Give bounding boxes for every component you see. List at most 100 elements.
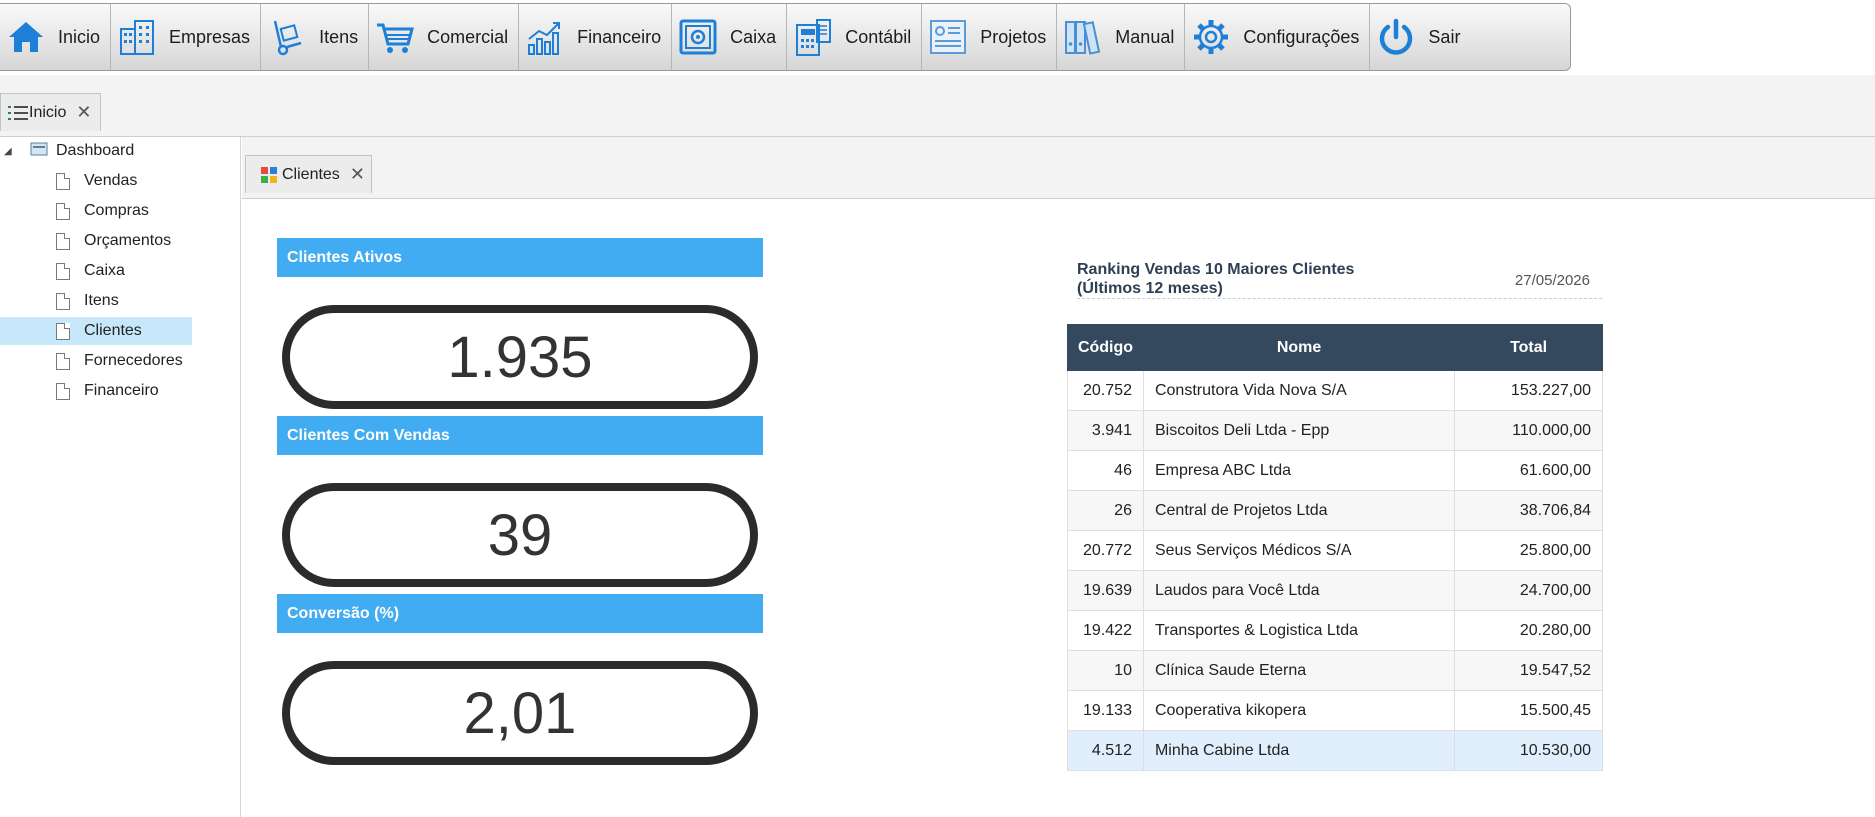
menu-itens[interactable]: Itens xyxy=(261,4,370,70)
dashboard-icon xyxy=(30,142,48,161)
tree-item-label: Vendas xyxy=(84,172,138,189)
shopping-cart-icon xyxy=(375,17,415,57)
main-menu-bar: Inicio Empresas Itens Comercial Financei… xyxy=(0,3,1571,71)
table-row[interactable]: 10 Clínica Saude Eterna 19.547,52 xyxy=(1067,650,1603,691)
navigation-tree: ◢ Dashboard Vendas Compras Orçamentos Ca… xyxy=(0,137,241,817)
cell-total: 19.547,52 xyxy=(1454,650,1603,691)
cell-total: 10.530,00 xyxy=(1454,730,1603,771)
content-tab-strip: Clientes ✕ xyxy=(242,137,1875,199)
collapse-arrow-icon[interactable]: ◢ xyxy=(4,146,16,157)
menu-caixa[interactable]: Caixa xyxy=(672,4,788,70)
tree-item-label: Compras xyxy=(84,202,149,219)
ranking-header: Ranking Vendas 10 Maiores Clientes (Últi… xyxy=(1077,260,1602,299)
cell-codigo: 46 xyxy=(1067,450,1144,491)
close-icon[interactable]: ✕ xyxy=(76,102,91,123)
kpi-header-clientes-com-vendas: Clientes Com Vendas xyxy=(277,416,763,455)
calculator-icon xyxy=(793,17,833,57)
menu-manual[interactable]: Manual xyxy=(1057,4,1186,70)
tree-item-fornecedores[interactable]: Fornecedores xyxy=(56,347,183,375)
close-icon[interactable]: ✕ xyxy=(350,164,365,185)
table-row[interactable]: 3.941 Biscoitos Deli Ltda - Epp 110.000,00 xyxy=(1067,410,1603,451)
cell-codigo: 19.133 xyxy=(1067,690,1144,731)
cell-codigo: 19.422 xyxy=(1067,610,1144,651)
list-icon xyxy=(7,105,29,121)
hand-truck-icon xyxy=(267,17,307,57)
menu-label: Projetos xyxy=(980,26,1047,47)
kpi-header-clientes-ativos: Clientes Ativos xyxy=(277,238,763,277)
table-header-row: Código Nome Total xyxy=(1067,324,1603,371)
column-header-total[interactable]: Total xyxy=(1454,324,1603,371)
tree-item-orcamentos[interactable]: Orçamentos xyxy=(56,227,171,255)
menu-label: Contábil xyxy=(845,26,912,47)
tree-item-label: Caixa xyxy=(84,262,125,279)
tree-item-label: Itens xyxy=(84,292,119,309)
table-row[interactable]: 20.772 Seus Serviços Médicos S/A 25.800,00 xyxy=(1067,530,1603,571)
cell-total: 61.600,00 xyxy=(1454,450,1603,491)
document-icon xyxy=(56,172,70,190)
menu-configuracoes[interactable]: Configurações xyxy=(1185,4,1371,70)
tree-item-caixa[interactable]: Caixa xyxy=(56,257,125,285)
menu-inicio[interactable]: Inicio xyxy=(0,4,112,70)
table-row[interactable]: 4.512 Minha Cabine Ltda 10.530,00 xyxy=(1067,730,1603,771)
tree-item-itens[interactable]: Itens xyxy=(56,287,119,315)
menu-contabil[interactable]: Contábil xyxy=(787,4,923,70)
cell-total: 15.500,45 xyxy=(1454,690,1603,731)
tree-item-financeiro[interactable]: Financeiro xyxy=(56,377,159,405)
tree-item-compras[interactable]: Compras xyxy=(56,197,149,225)
menu-label: Inicio xyxy=(58,26,101,47)
cell-codigo: 10 xyxy=(1067,650,1144,691)
menu-label: Manual xyxy=(1115,26,1175,47)
menu-label: Itens xyxy=(319,26,359,47)
main-tab-strip: Inicio ✕ xyxy=(0,75,1875,137)
cell-nome: Minha Cabine Ltda xyxy=(1142,730,1456,771)
tree-item-label: Orçamentos xyxy=(84,232,172,249)
cell-total: 25.800,00 xyxy=(1454,530,1603,571)
tree-node-dashboard[interactable]: ◢ Dashboard xyxy=(0,137,240,165)
kpi-header-conversao: Conversão (%) xyxy=(277,594,763,633)
tab-label: Inicio xyxy=(29,103,67,121)
cell-nome: Empresa ABC Ltda xyxy=(1142,450,1456,491)
menu-label: Sair xyxy=(1428,26,1461,47)
tree-item-label: Financeiro xyxy=(84,382,159,399)
gear-icon xyxy=(1191,17,1231,57)
cell-codigo: 26 xyxy=(1067,490,1144,531)
cell-nome: Cooperativa kikopera xyxy=(1142,690,1456,731)
menu-projetos[interactable]: Projetos xyxy=(922,4,1058,70)
cell-nome: Central de Projetos Ltda xyxy=(1142,490,1456,531)
ranking-table: Código Nome Total 20.752 Construtora Vida… xyxy=(1067,324,1603,771)
cell-codigo: 4.512 xyxy=(1067,730,1144,771)
table-row[interactable]: 46 Empresa ABC Ltda 61.600,00 xyxy=(1067,450,1603,491)
document-icon xyxy=(56,292,70,310)
menu-financeiro[interactable]: Financeiro xyxy=(519,4,673,70)
menu-sair[interactable]: Sair xyxy=(1370,4,1470,70)
tree-item-vendas[interactable]: Vendas xyxy=(56,167,137,195)
menu-label: Empresas xyxy=(169,26,251,47)
cell-nome: Construtora Vida Nova S/A xyxy=(1142,370,1456,411)
table-row[interactable]: 19.639 Laudos para Você Ltda 24.700,00 xyxy=(1067,570,1603,611)
menu-label: Configurações xyxy=(1243,26,1360,47)
tree-item-clientes[interactable]: Clientes xyxy=(0,317,192,345)
cell-nome: Laudos para Você Ltda xyxy=(1142,570,1456,611)
apps-icon xyxy=(260,166,278,184)
menu-empresas[interactable]: Empresas xyxy=(111,4,262,70)
cell-codigo: 20.752 xyxy=(1067,370,1144,411)
column-header-nome[interactable]: Nome xyxy=(1142,324,1456,371)
cell-total: 153.227,00 xyxy=(1454,370,1603,411)
table-row[interactable]: 19.422 Transportes & Logistica Ltda 20.280… xyxy=(1067,610,1603,651)
column-header-codigo[interactable]: Código xyxy=(1067,324,1144,371)
tab-clientes[interactable]: Clientes ✕ xyxy=(245,155,372,193)
menu-comercial[interactable]: Comercial xyxy=(369,4,520,70)
document-icon xyxy=(56,352,70,370)
table-row[interactable]: 26 Central de Projetos Ltda 38.706,84 xyxy=(1067,490,1603,531)
menu-label: Comercial xyxy=(427,26,509,47)
cell-total: 110.000,00 xyxy=(1454,410,1603,451)
project-board-icon xyxy=(928,17,968,57)
kpi-value-clientes-ativos: 1.935 xyxy=(282,305,758,409)
table-row[interactable]: 19.133 Cooperativa kikopera 15.500,45 xyxy=(1067,690,1603,731)
ranking-date: 27/05/2026 xyxy=(1514,272,1590,289)
tab-inicio[interactable]: Inicio ✕ xyxy=(0,93,101,131)
safe-icon xyxy=(678,17,718,57)
cell-codigo: 3.941 xyxy=(1067,410,1144,451)
table-row[interactable]: 20.752 Construtora Vida Nova S/A 153.227,0… xyxy=(1067,370,1603,411)
growth-chart-icon xyxy=(525,17,565,57)
